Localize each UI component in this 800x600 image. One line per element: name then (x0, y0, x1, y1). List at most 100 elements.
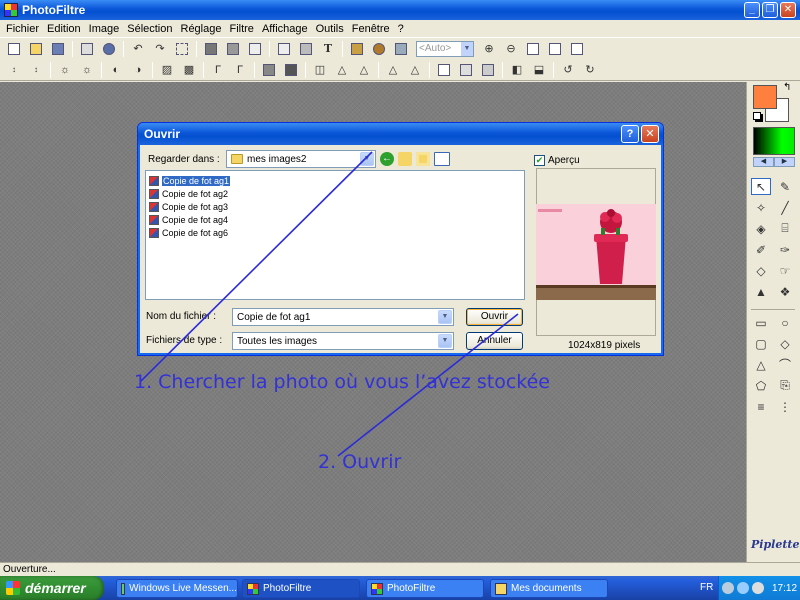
menu-affichage[interactable]: Affichage (258, 23, 312, 35)
chevron-down-icon[interactable]: ▼ (438, 310, 452, 324)
new-folder-icon[interactable] (416, 152, 430, 166)
open-button[interactable]: Ouvrir (466, 308, 523, 326)
sharpen-more-icon[interactable]: △ (385, 62, 401, 78)
menu-edition[interactable]: Edition (43, 23, 85, 35)
menu-fenetre[interactable]: Fenêtre (348, 23, 394, 35)
brush-icon[interactable]: ✐ (751, 241, 771, 258)
triangle-select-icon[interactable]: △ (751, 356, 771, 373)
sharpen-icon[interactable]: △ (356, 62, 372, 78)
messenger-tray-icon[interactable] (722, 582, 734, 594)
task-messenger[interactable]: Windows Live Messen... (116, 579, 238, 598)
task-photofiltre-1[interactable]: PhotoFiltre (242, 579, 360, 598)
magic-wand-icon[interactable]: ✧ (751, 199, 771, 216)
zoom-out-icon[interactable]: ⊖ (503, 41, 519, 57)
menu-help[interactable]: ? (394, 23, 408, 35)
dialog-title-bar[interactable]: Ouvrir ? ✕ (138, 123, 663, 145)
color-gradient-picker[interactable] (753, 127, 795, 155)
noise-icon[interactable]: △ (407, 62, 423, 78)
blur-icon[interactable]: △ (334, 62, 350, 78)
lasso-icon[interactable]: ⌒ (775, 356, 795, 373)
auto-contrast-icon[interactable]: ↕ (28, 62, 44, 78)
chevron-down-icon[interactable]: ▼ (360, 152, 374, 166)
texture-icon[interactable] (480, 62, 496, 78)
list-item[interactable]: Copie de fot ag4 (149, 213, 228, 226)
actual-size-icon[interactable] (525, 41, 541, 57)
volume-tray-icon[interactable] (752, 582, 764, 594)
align-icon[interactable]: ≡ (751, 398, 771, 415)
duplicate-icon[interactable] (276, 41, 292, 57)
rectangle-select-icon[interactable]: ▭ (751, 314, 771, 331)
window-icon[interactable] (393, 41, 409, 57)
photofiltre-app-icon[interactable] (4, 3, 18, 17)
explorer-icon[interactable] (349, 41, 365, 57)
zoom-in-icon[interactable]: ⊕ (481, 41, 497, 57)
pointer-tool-icon[interactable]: ↖ (751, 178, 771, 195)
redo-icon[interactable]: ↷ (152, 41, 168, 57)
copy-icon[interactable] (247, 41, 263, 57)
fit-window-icon[interactable] (547, 41, 563, 57)
vertical-align-icon[interactable]: ⋮ (775, 398, 795, 415)
view-menu-icon[interactable] (434, 152, 450, 166)
reset-colors-icon[interactable] (753, 112, 761, 120)
gradient-right-icon[interactable]: ▶ (774, 157, 795, 167)
eyedropper-icon[interactable]: ✎ (775, 178, 795, 195)
flip-horizontal-icon[interactable]: ◧ (509, 62, 525, 78)
print-icon[interactable] (79, 41, 95, 57)
task-mes-documents[interactable]: Mes documents (490, 579, 608, 598)
saturation-minus-icon[interactable]: ▨ (159, 62, 175, 78)
menu-outils[interactable]: Outils (312, 23, 348, 35)
polygon-select-icon[interactable]: ⬠ (751, 377, 771, 394)
restore-button[interactable]: ❐ (762, 2, 778, 18)
task-photofiltre-2[interactable]: PhotoFiltre (366, 579, 484, 598)
list-item[interactable]: Copie de fot ag6 (149, 226, 228, 239)
blur-drop-icon[interactable]: ◇ (751, 262, 771, 279)
rounded-rect-select-icon[interactable]: ▢ (751, 335, 771, 352)
dialog-close-button[interactable]: ✕ (641, 125, 659, 143)
start-button[interactable]: démarrer (0, 576, 104, 600)
close-button[interactable]: ✕ (780, 2, 796, 18)
undo-icon[interactable]: ↶ (130, 41, 146, 57)
text-tool-icon[interactable]: T (320, 41, 336, 57)
clock[interactable]: 17:12 (772, 583, 797, 594)
fullscreen-icon[interactable] (569, 41, 585, 57)
network-tray-icon[interactable] (737, 582, 749, 594)
plugin-icon[interactable] (371, 41, 387, 57)
frame-icon[interactable] (436, 62, 452, 78)
list-item[interactable]: Copie de fot ag3 (149, 200, 228, 213)
scan-icon[interactable] (101, 41, 117, 57)
contrast-minus-icon[interactable]: ◐ (108, 62, 124, 78)
gradient-left-icon[interactable]: ◀ (753, 157, 774, 167)
diamond-select-icon[interactable]: ◇ (775, 335, 795, 352)
flip-vertical-icon[interactable]: ⬓ (531, 62, 547, 78)
spray-icon[interactable]: ⌸ (775, 220, 795, 237)
rotate-left-icon[interactable]: ↺ (560, 62, 576, 78)
language-indicator[interactable]: FR (700, 582, 713, 593)
saturation-plus-icon[interactable]: ▩ (181, 62, 197, 78)
stamp-icon[interactable]: ▲ (751, 283, 771, 300)
image-size-icon[interactable] (203, 41, 219, 57)
list-item[interactable]: Copie de fot ag1 (149, 174, 231, 187)
brightness-plus-icon[interactable]: ☼ (57, 62, 73, 78)
list-item[interactable]: Copie de fot ag2 (149, 187, 228, 200)
swap-colors-icon[interactable]: ↰ (783, 82, 791, 93)
menu-reglage[interactable]: Réglage (177, 23, 226, 35)
zoom-combo[interactable]: <Auto> ▼ (416, 40, 474, 57)
rotate-right-icon[interactable]: ↻ (582, 62, 598, 78)
outline-icon[interactable] (458, 62, 474, 78)
menu-fichier[interactable]: Fichier (2, 23, 43, 35)
smudge-icon[interactable]: ☞ (775, 262, 795, 279)
app-title-bar[interactable]: PhotoFiltre _ ❐ ✕ (0, 0, 800, 20)
paste-icon[interactable] (298, 41, 314, 57)
negative-icon[interactable] (283, 62, 299, 78)
line-tool-icon[interactable]: ╱ (775, 199, 795, 216)
preview-checkbox[interactable]: ✔ (534, 155, 545, 166)
grayscale-icon[interactable] (261, 62, 277, 78)
look-in-combo[interactable]: mes images2 ▼ (226, 150, 376, 168)
ellipse-select-icon[interactable]: ○ (775, 314, 795, 331)
file-list[interactable]: Copie de fot ag1 Copie de fot ag2 Copie … (145, 170, 525, 300)
brightness-minus-icon[interactable]: ☼ (79, 62, 95, 78)
crop-select-icon[interactable] (174, 41, 190, 57)
foreground-color-swatch[interactable] (753, 85, 777, 109)
filetype-select[interactable]: Toutes les images ▼ (232, 332, 454, 350)
pattern-icon[interactable]: ❖ (775, 283, 795, 300)
